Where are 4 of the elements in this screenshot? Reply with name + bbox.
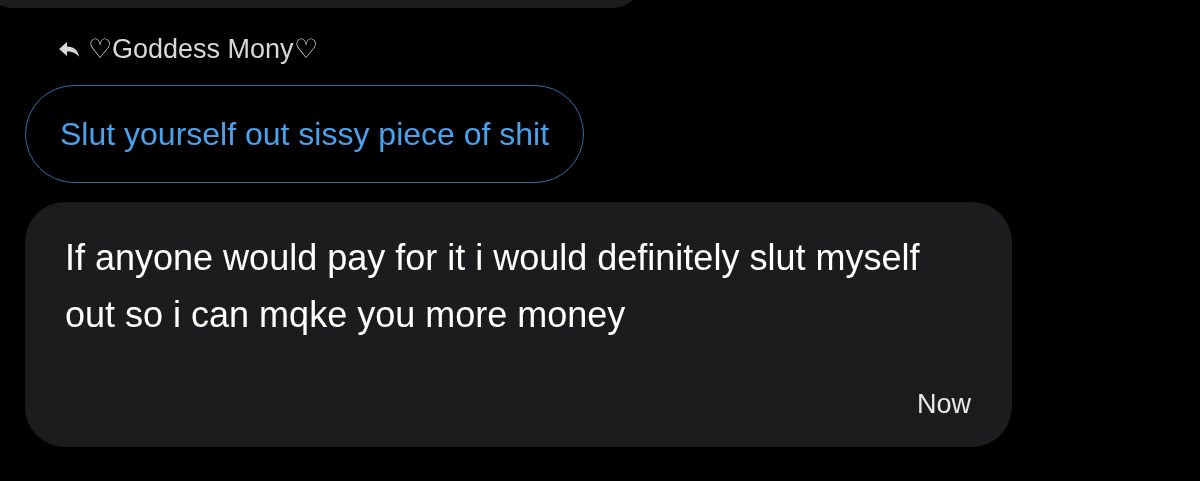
message-time: Now bbox=[917, 389, 971, 420]
reply-arrow-icon bbox=[58, 40, 80, 58]
sender-name: ♡Goddess Mony♡ bbox=[88, 33, 318, 66]
message-text: If anyone would pay for it i would definitely slut myself out so i can mqke you more money bbox=[65, 236, 921, 337]
